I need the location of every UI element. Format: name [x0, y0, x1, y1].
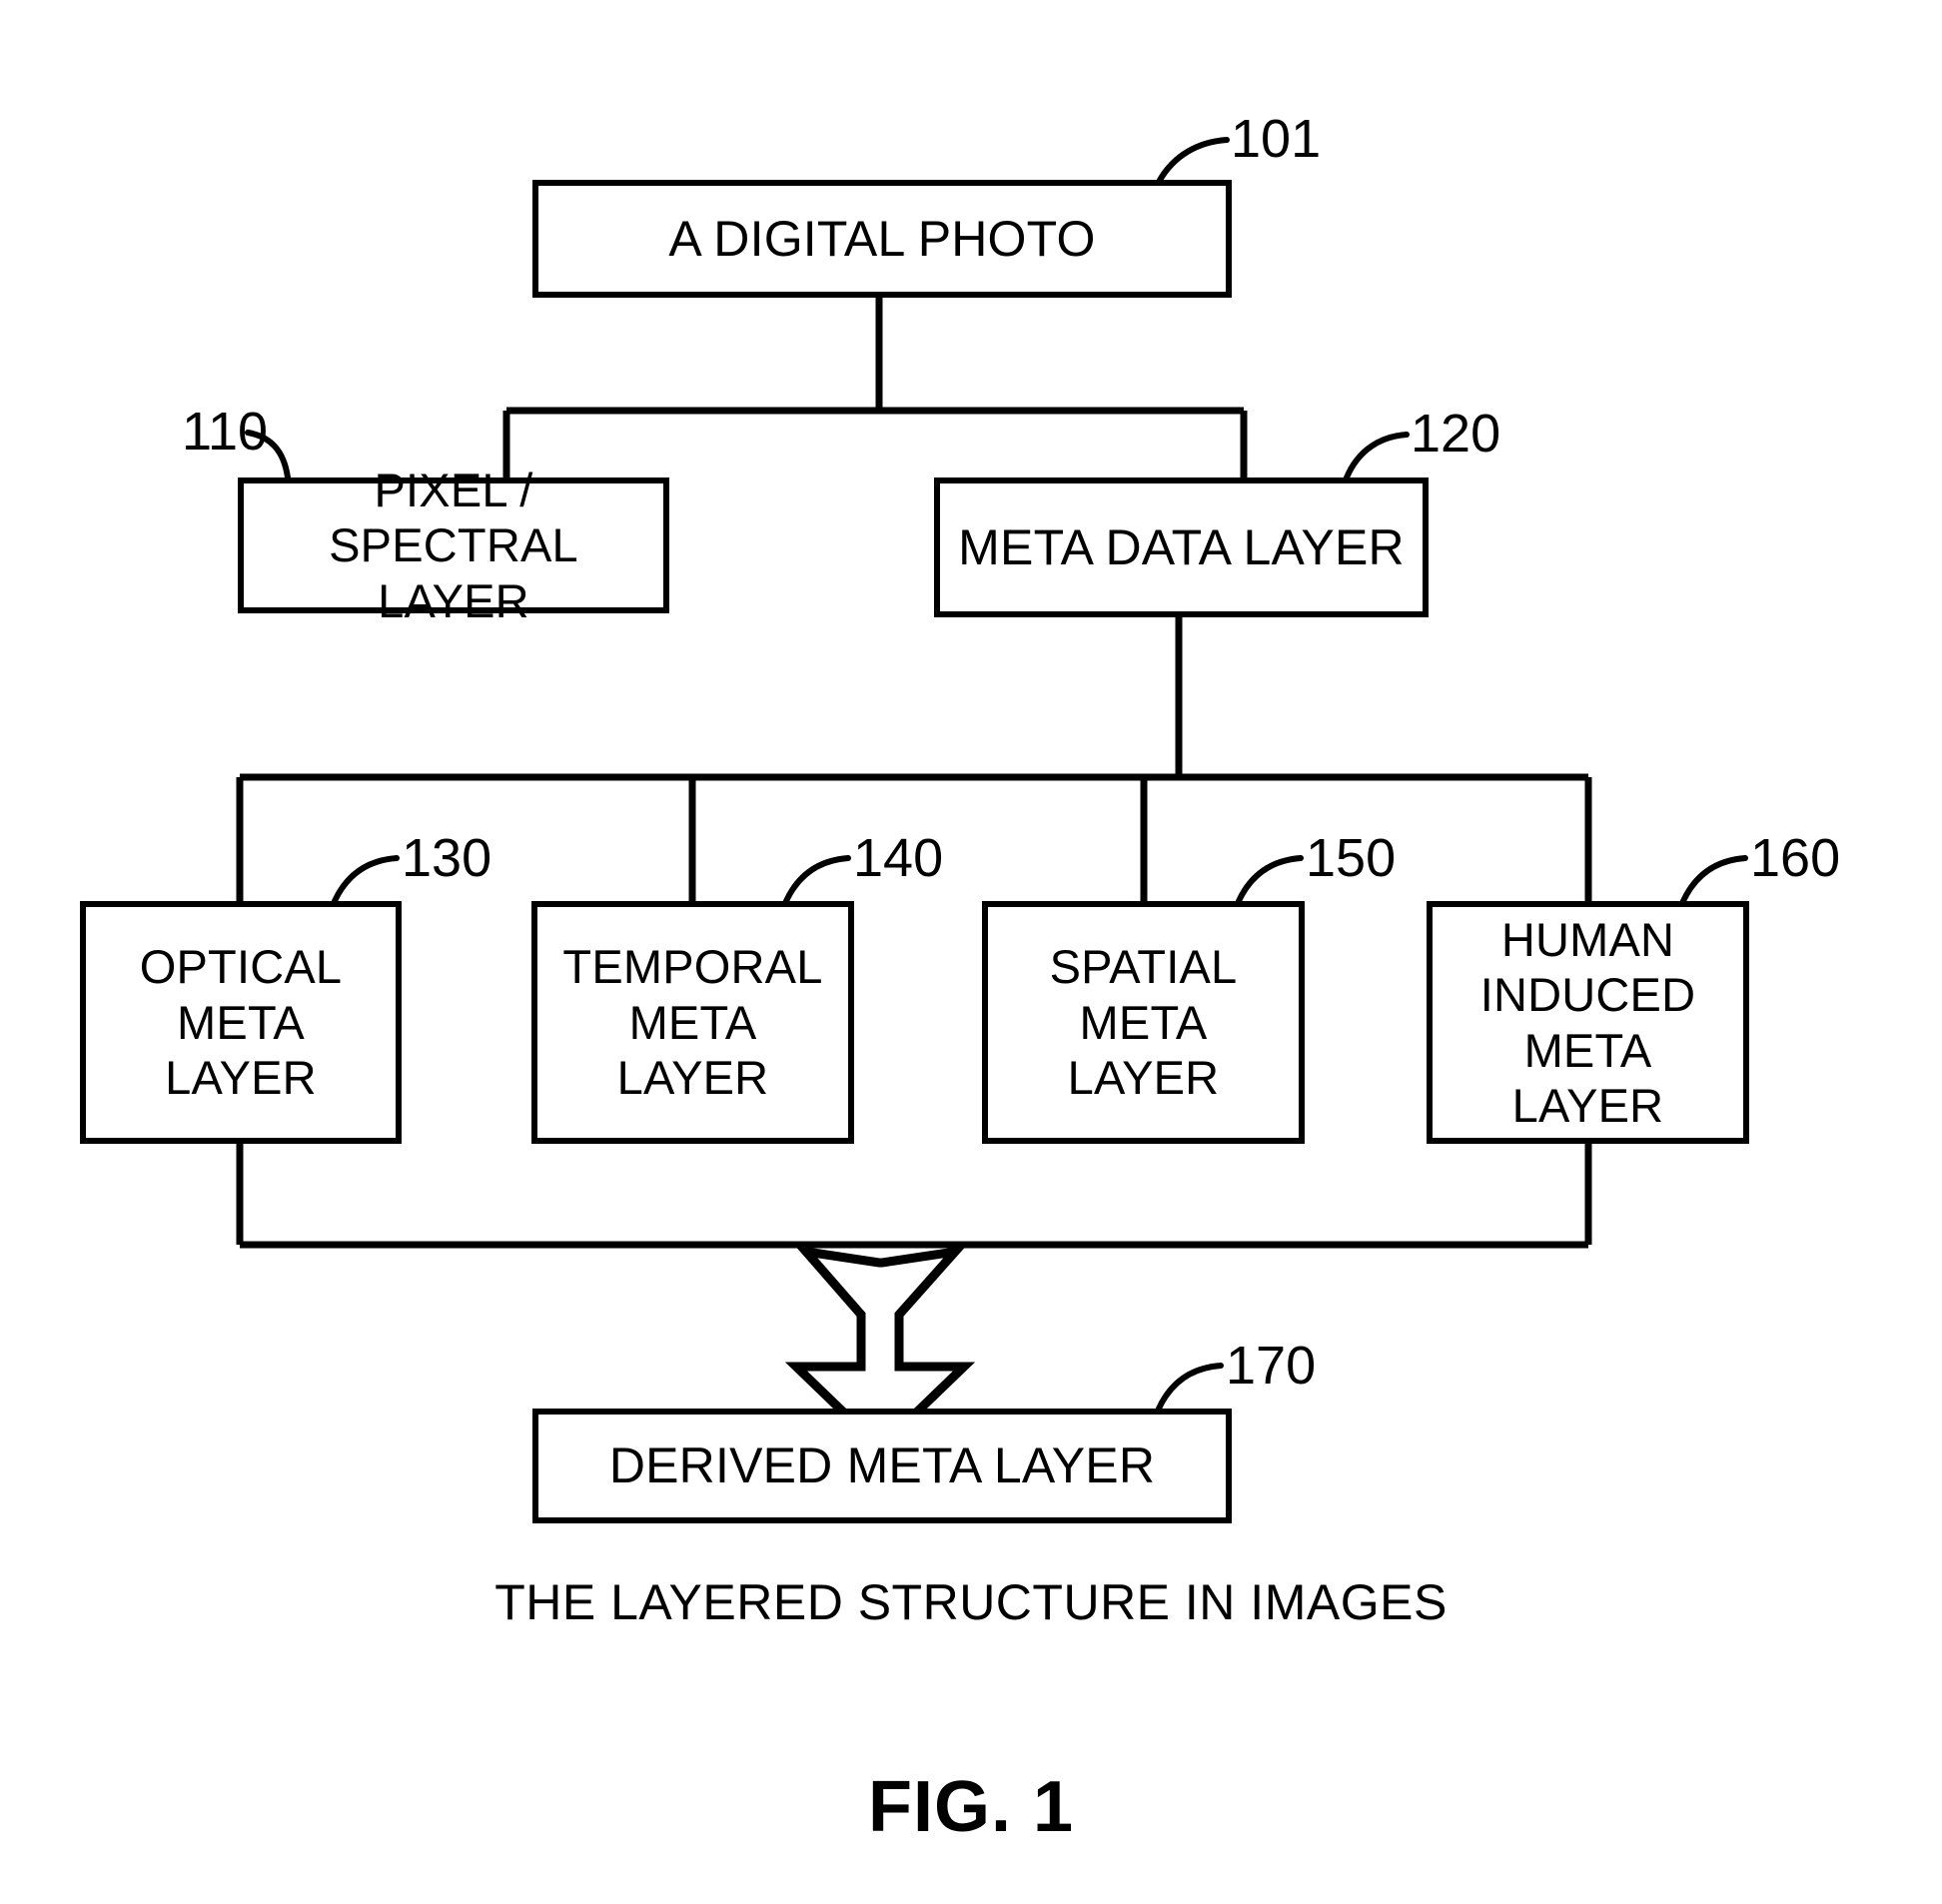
node-derived-meta-layer[interactable]: DERIVED META LAYER	[532, 1409, 1232, 1523]
ref-numeral-160: 160	[1750, 828, 1841, 888]
ref-numeral-130: 130	[402, 828, 492, 888]
ref-numeral-170: 170	[1226, 1336, 1317, 1396]
node-derived-meta-layer-label: DERIVED META LAYER	[608, 1437, 1156, 1493]
leader-hook-140	[783, 855, 851, 904]
node-pixel-spectral-layer-label: PIXEL / SPECTRAL LAYER	[329, 463, 578, 627]
node-meta-data-layer-label: META DATA LAYER	[958, 518, 1405, 575]
ref-numeral-140: 140	[853, 828, 944, 888]
node-temporal-meta-layer[interactable]: TEMPORAL META LAYER	[531, 901, 854, 1144]
figure-caption: THE LAYERED STRUCTURE IN IMAGES	[494, 1574, 1448, 1630]
leader-hook-101	[1156, 137, 1230, 185]
node-spatial-meta-layer[interactable]: SPATIAL META LAYER	[982, 901, 1305, 1144]
leader-hook-130	[332, 855, 400, 904]
node-pixel-spectral-layer[interactable]: PIXEL / SPECTRAL LAYER	[238, 464, 669, 627]
node-meta-data-layer[interactable]: META DATA LAYER	[934, 477, 1429, 617]
leader-hook-150	[1236, 855, 1304, 904]
node-spatial-meta-layer-label: SPATIAL META LAYER	[1049, 940, 1238, 1105]
leader-hook-170	[1156, 1363, 1224, 1412]
node-human-induced-meta-layer-label: HUMAN INDUCED META LAYER	[1479, 912, 1696, 1132]
figure-number: FIG. 1	[867, 1767, 1075, 1847]
leader-hook-160	[1680, 855, 1748, 904]
node-human-induced-meta-layer[interactable]: HUMAN INDUCED META LAYER	[1427, 901, 1749, 1144]
ref-numeral-110: 110	[182, 402, 269, 462]
node-digital-photo[interactable]: A DIGITAL PHOTO	[532, 180, 1232, 298]
ref-numeral-101: 101	[1231, 109, 1322, 169]
ref-numeral-150: 150	[1306, 828, 1397, 888]
node-digital-photo-label: A DIGITAL PHOTO	[668, 210, 1096, 267]
patent-figure: A DIGITAL PHOTO PIXEL / SPECTRAL LAYER M…	[0, 0, 1942, 1904]
node-temporal-meta-layer-label: TEMPORAL META LAYER	[562, 940, 823, 1105]
node-optical-meta-layer-label: OPTICAL META LAYER	[139, 940, 343, 1105]
leader-hook-120	[1344, 432, 1410, 480]
node-optical-meta-layer[interactable]: OPTICAL META LAYER	[80, 901, 402, 1144]
ref-numeral-120: 120	[1411, 404, 1501, 464]
